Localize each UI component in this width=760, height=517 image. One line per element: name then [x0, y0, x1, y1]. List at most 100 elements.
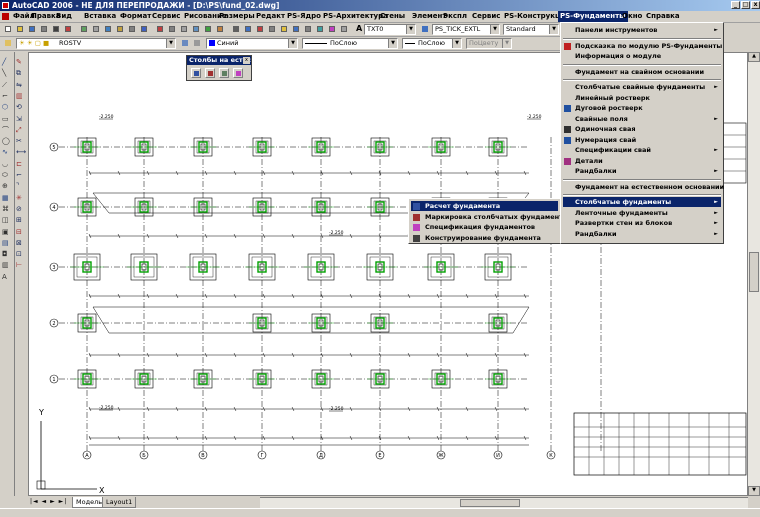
- mtext-tool-icon[interactable]: ▥: [2, 261, 11, 270]
- app-icon[interactable]: [2, 2, 9, 9]
- modify-tool-6-icon[interactable]: ⇲: [16, 115, 25, 124]
- zoom-win-icon[interactable]: [179, 24, 189, 34]
- ellipse-tool-icon[interactable]: ⬭: [2, 171, 11, 180]
- design-icon[interactable]: [233, 68, 243, 78]
- ps-menu-item-9[interactable]: Дуговой ростверк: [563, 103, 721, 113]
- maximize-button[interactable]: □: [741, 1, 750, 9]
- modify-tool-11-icon[interactable]: ⌐: [16, 171, 25, 180]
- save-icon[interactable]: [27, 24, 37, 34]
- ps-menu-item-19[interactable]: Столбчатые фундаменты ►: [563, 197, 721, 207]
- modify-tool-16-icon[interactable]: ⊟: [16, 228, 25, 237]
- modify-tool-18-icon[interactable]: ⊡: [16, 250, 25, 259]
- ps-menu-item-10[interactable]: Свайные поля ►: [563, 114, 721, 124]
- submenu-item-3[interactable]: Конструирование фундамента: [411, 233, 558, 243]
- table-style-combo[interactable]: Standard ▼: [503, 24, 559, 35]
- ps-b-icon[interactable]: [303, 24, 313, 34]
- ps-menu-item-21[interactable]: Развертки стен из блоков ►: [563, 218, 721, 228]
- gradient-tool-icon[interactable]: ▣: [2, 228, 11, 237]
- vertical-scroll-thumb[interactable]: [749, 252, 759, 292]
- ps-a-icon[interactable]: [291, 24, 301, 34]
- menu-15[interactable]: Сервис: [470, 11, 502, 22]
- spline-tool-icon[interactable]: ∿: [2, 148, 11, 157]
- menu-4[interactable]: Вставка: [82, 11, 118, 22]
- pan-icon[interactable]: [155, 24, 165, 34]
- tab-layout1[interactable]: Layout1: [102, 497, 137, 508]
- redo-icon[interactable]: [139, 24, 149, 34]
- ps-e-icon[interactable]: [339, 24, 349, 34]
- menu-5[interactable]: Формат: [118, 11, 153, 22]
- dim-style-icon[interactable]: [420, 24, 430, 34]
- modify-tool-17-icon[interactable]: ⊠: [16, 239, 25, 248]
- multiline-tool-icon[interactable]: ⌐: [2, 92, 11, 101]
- menu-19[interactable]: Справка: [644, 11, 682, 22]
- ps-menu-item-15[interactable]: Рандбалки ►: [563, 166, 721, 176]
- ps-menu-item-3[interactable]: Информация о модуле: [563, 51, 721, 61]
- scroll-up-icon[interactable]: ▲: [748, 52, 760, 62]
- modify-tool-1-icon[interactable]: ✎: [16, 58, 25, 67]
- cut-icon[interactable]: [79, 24, 89, 34]
- modify-tool-5-icon[interactable]: ⟲: [16, 103, 25, 112]
- text-style-icon[interactable]: A: [354, 24, 364, 34]
- linetype-combo[interactable]: ПоСлою ▼: [302, 38, 398, 49]
- calc-icon[interactable]: [267, 24, 277, 34]
- tab-model[interactable]: Модель: [72, 497, 107, 508]
- document-icon[interactable]: [2, 13, 9, 20]
- ps-menu-item-0[interactable]: Панели инструментов ►: [563, 25, 721, 35]
- properties-icon[interactable]: [203, 24, 213, 34]
- modify-tool-3-icon[interactable]: ⇋: [16, 81, 25, 90]
- region-tool-icon[interactable]: ▤: [2, 239, 11, 248]
- layer-combo[interactable]: ☀ ☀ ▢ ■ ROSTV ▼: [16, 38, 176, 49]
- text-tool-icon[interactable]: A: [2, 273, 11, 282]
- menu-8[interactable]: Размеры: [217, 11, 257, 22]
- submenu-item-1[interactable]: Маркировка столбчатых фундаментов: [411, 212, 571, 222]
- arc-tool-icon[interactable]: ⌒: [2, 126, 11, 135]
- menu-17[interactable]: PS-Фундаменты: [558, 11, 628, 22]
- open-icon[interactable]: [15, 24, 25, 34]
- modify-tool-4-icon[interactable]: ▥: [16, 92, 25, 101]
- sheet-set-icon[interactable]: [243, 24, 253, 34]
- color-combo[interactable]: Синий ▼: [206, 38, 298, 49]
- ps-menu-item-11[interactable]: Одиночная свая: [563, 124, 721, 134]
- submenu-item-2[interactable]: Спецификация фундаментов: [411, 222, 558, 232]
- ps-c-icon[interactable]: [315, 24, 325, 34]
- menu-10[interactable]: PS-Ядро: [285, 11, 323, 22]
- dim-style-combo[interactable]: PS_TICK_EXTL ▼: [432, 24, 500, 35]
- print-icon[interactable]: [39, 24, 49, 34]
- modify-tool-14-icon[interactable]: ⊘: [16, 205, 25, 214]
- design-center-icon[interactable]: [215, 24, 225, 34]
- text-style-combo[interactable]: TXT0 ▼: [364, 24, 416, 35]
- ps-menu-item-14[interactable]: Детали: [563, 156, 721, 166]
- modify-tool-15-icon[interactable]: ⊞: [16, 216, 25, 225]
- insert-block-tool-icon[interactable]: ⊕: [2, 182, 11, 191]
- make-current-layer-icon[interactable]: [180, 38, 190, 48]
- revcloud-tool-icon[interactable]: ◡: [2, 160, 11, 169]
- markup-icon[interactable]: [255, 24, 265, 34]
- modify-tool-13-icon[interactable]: ✳: [16, 194, 25, 203]
- menu-9[interactable]: Редакт: [254, 11, 287, 22]
- floating-toolbar-close-icon[interactable]: x: [243, 57, 250, 64]
- point-tool-icon[interactable]: ⌘: [2, 205, 11, 214]
- ps-menu-item-7[interactable]: Столбчатые свайные фундаменты ►: [563, 82, 721, 92]
- ps-d-icon[interactable]: [327, 24, 337, 34]
- zoom-prev-icon[interactable]: [191, 24, 201, 34]
- undo-icon[interactable]: [127, 24, 137, 34]
- layer-previous-icon[interactable]: [192, 38, 202, 48]
- modify-tool-10-icon[interactable]: ⊏: [16, 160, 25, 169]
- ps-menu-item-20[interactable]: Ленточные фундаменты ►: [563, 208, 721, 218]
- ps-menu-item-8[interactable]: Линейный ростверк: [563, 93, 721, 103]
- polygon-tool-icon[interactable]: ⬡: [2, 103, 11, 112]
- make-block-tool-icon[interactable]: ▦: [2, 194, 11, 203]
- menu-18[interactable]: Окно: [620, 11, 644, 22]
- submenu-item-0[interactable]: Расчет фундамента: [411, 201, 558, 211]
- new-icon[interactable]: [3, 24, 13, 34]
- tool-palette-icon[interactable]: [231, 24, 241, 34]
- modify-tool-12-icon[interactable]: ⌝: [16, 182, 25, 191]
- menu-3[interactable]: Вид: [54, 11, 74, 22]
- tab-nav-arrows-icon[interactable]: |◄ ◄ ► ►|: [30, 498, 67, 505]
- hatch-tool-icon[interactable]: ◫: [2, 216, 11, 225]
- marking-icon[interactable]: [205, 68, 215, 78]
- line-tool-icon[interactable]: ╱: [2, 58, 11, 67]
- help-icon[interactable]: [279, 24, 289, 34]
- ps-menu-item-12[interactable]: Нумерация свай: [563, 135, 721, 145]
- layer-manager-icon[interactable]: [3, 38, 13, 48]
